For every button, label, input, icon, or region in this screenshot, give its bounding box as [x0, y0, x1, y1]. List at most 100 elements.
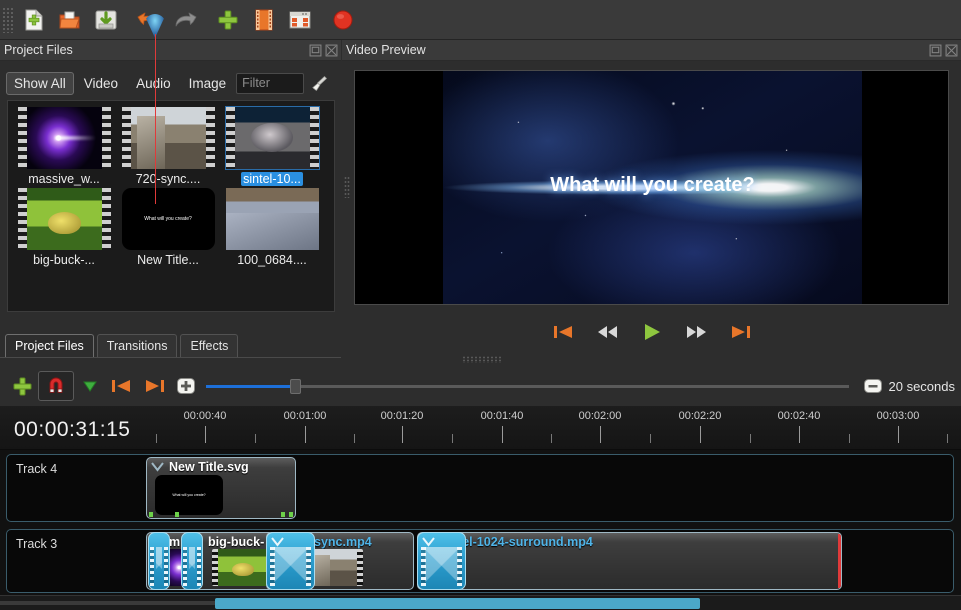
timeline-zoom-slider[interactable] [206, 376, 849, 396]
playhead[interactable] [155, 0, 156, 204]
ruler-minor-tick [156, 434, 157, 443]
timeline-clip[interactable]: New Title.svg What will you create? [146, 457, 296, 519]
filter-video-button[interactable]: Video [76, 72, 126, 95]
next-marker-button[interactable] [138, 371, 170, 401]
ruler-label: 00:03:00 [877, 410, 920, 422]
timeline-transition[interactable] [266, 532, 315, 590]
clip-title: big-buck- [208, 535, 264, 549]
timeline-transition[interactable] [148, 532, 170, 590]
file-label: massive_w... [26, 172, 102, 186]
jump-start-button[interactable] [551, 320, 577, 344]
timeline-ruler[interactable]: 00:00:31:15 00:00:4000:01:0000:01:2000:0… [0, 406, 961, 450]
filter-search-input[interactable] [236, 73, 304, 94]
list-item[interactable]: massive_w... [12, 107, 116, 186]
rewind-button[interactable] [595, 320, 621, 344]
chevron-down-icon[interactable] [151, 461, 164, 472]
close-preview-icon[interactable] [945, 44, 958, 57]
ruler-minor-tick [452, 434, 453, 443]
clip-trim-handle[interactable] [838, 534, 841, 588]
chevron-down-icon[interactable] [271, 536, 284, 547]
ruler-minor-tick [750, 434, 751, 443]
ruler-major-tick [305, 426, 306, 443]
panel-tabs: Project Files Transitions Effects [0, 333, 341, 358]
list-item[interactable]: 720-sync.... [116, 107, 220, 186]
project-files-grid: massive_w... 720-sync.... sintel-10... [8, 101, 334, 275]
profile-icon[interactable] [246, 3, 282, 37]
project-files-panel-header: Project Files [0, 40, 341, 61]
float-preview-icon[interactable] [929, 44, 942, 57]
ruler-label: 00:02:00 [579, 410, 622, 422]
save-project-icon[interactable] [88, 3, 124, 37]
toolbar-grip[interactable] [2, 7, 13, 33]
import-files-icon[interactable] [210, 3, 246, 37]
tab-effects[interactable]: Effects [180, 334, 238, 357]
file-thumbnail[interactable] [18, 107, 111, 169]
timeline-transition[interactable] [417, 532, 466, 590]
track-row[interactable]: Track 4 New Title.svg What will you crea… [6, 454, 954, 522]
jump-end-button[interactable] [727, 320, 753, 344]
float-panel-icon[interactable] [309, 44, 322, 57]
ruler-minor-tick [849, 434, 850, 443]
chevron-down-icon[interactable] [422, 536, 435, 547]
vertical-splitter-handle[interactable] [344, 176, 350, 198]
ruler-minor-tick [354, 434, 355, 443]
ruler-label: 00:02:20 [679, 410, 722, 422]
ruler-major-tick [502, 426, 503, 443]
ruler-label: 00:02:40 [778, 410, 821, 422]
scrollbar-thumb[interactable] [215, 598, 700, 609]
open-project-icon[interactable] [52, 3, 88, 37]
timeline-transition[interactable] [181, 532, 203, 590]
snapping-toggle-button[interactable] [38, 371, 74, 401]
tab-project-files[interactable]: Project Files [5, 334, 94, 357]
tab-transitions[interactable]: Transitions [97, 334, 178, 357]
ruler-major-tick [205, 426, 206, 443]
track-label: Track 3 [16, 537, 57, 551]
file-thumbnail[interactable] [18, 188, 111, 250]
file-thumbnail[interactable]: What will you create? [122, 188, 215, 250]
zoom-out-icon[interactable] [857, 371, 889, 401]
file-thumbnail[interactable] [226, 107, 319, 169]
fast-forward-button[interactable] [683, 320, 709, 344]
add-marker-button[interactable] [74, 371, 106, 401]
horizontal-splitter-handle[interactable] [462, 356, 502, 363]
redo-icon[interactable] [167, 3, 203, 37]
list-item[interactable]: sintel-10... [220, 107, 324, 186]
file-thumbnail[interactable] [226, 188, 319, 250]
list-item[interactable]: big-buck-... [12, 188, 116, 267]
preview-frame-image: What will you create? [443, 71, 862, 304]
ruler-minor-tick [650, 434, 651, 443]
track-row[interactable]: Track 3 m big-buck- [6, 529, 954, 593]
project-files-list[interactable]: massive_w... 720-sync.... sintel-10... [7, 100, 335, 312]
ruler-label: 00:00:40 [184, 410, 227, 422]
export-video-icon[interactable] [325, 3, 361, 37]
zoom-level-label: 20 seconds [889, 379, 961, 394]
ruler-minor-tick [551, 434, 552, 443]
video-preview-header: Video Preview [342, 40, 961, 61]
timeline-tracks[interactable]: Track 4 New Title.svg What will you crea… [0, 450, 961, 595]
filter-image-button[interactable]: Image [181, 72, 235, 95]
center-playhead-button[interactable] [170, 371, 202, 401]
file-thumbnail[interactable] [122, 107, 215, 169]
zoom-slider-handle[interactable] [290, 379, 301, 394]
scrollbar-track[interactable] [0, 601, 215, 605]
fullscreen-icon[interactable] [282, 3, 318, 37]
add-track-button[interactable] [6, 371, 38, 401]
main-toolbar [0, 0, 961, 40]
video-preview-canvas[interactable]: What will you create? [354, 70, 949, 305]
previous-marker-button[interactable] [106, 371, 138, 401]
file-label: sintel-10... [241, 172, 303, 186]
project-files-panel: Project Files Show All Video Audio Image [0, 40, 341, 333]
file-label: 720-sync.... [134, 172, 203, 186]
timeline-horizontal-scrollbar[interactable] [0, 595, 961, 610]
filter-show-all-button[interactable]: Show All [6, 72, 74, 95]
timeline-clip[interactable]: sintel-1024-surround.mp4 [417, 532, 842, 590]
filter-audio-button[interactable]: Audio [128, 72, 179, 95]
ruler-label: 00:01:20 [381, 410, 424, 422]
close-panel-icon[interactable] [325, 44, 338, 57]
play-button[interactable] [639, 320, 665, 344]
broom-icon[interactable] [306, 71, 332, 95]
ruler-major-tick [600, 426, 601, 443]
new-project-icon[interactable] [16, 3, 52, 37]
list-item[interactable]: 100_0684.... [220, 188, 324, 267]
list-item[interactable]: What will you create? New Title... [116, 188, 220, 267]
